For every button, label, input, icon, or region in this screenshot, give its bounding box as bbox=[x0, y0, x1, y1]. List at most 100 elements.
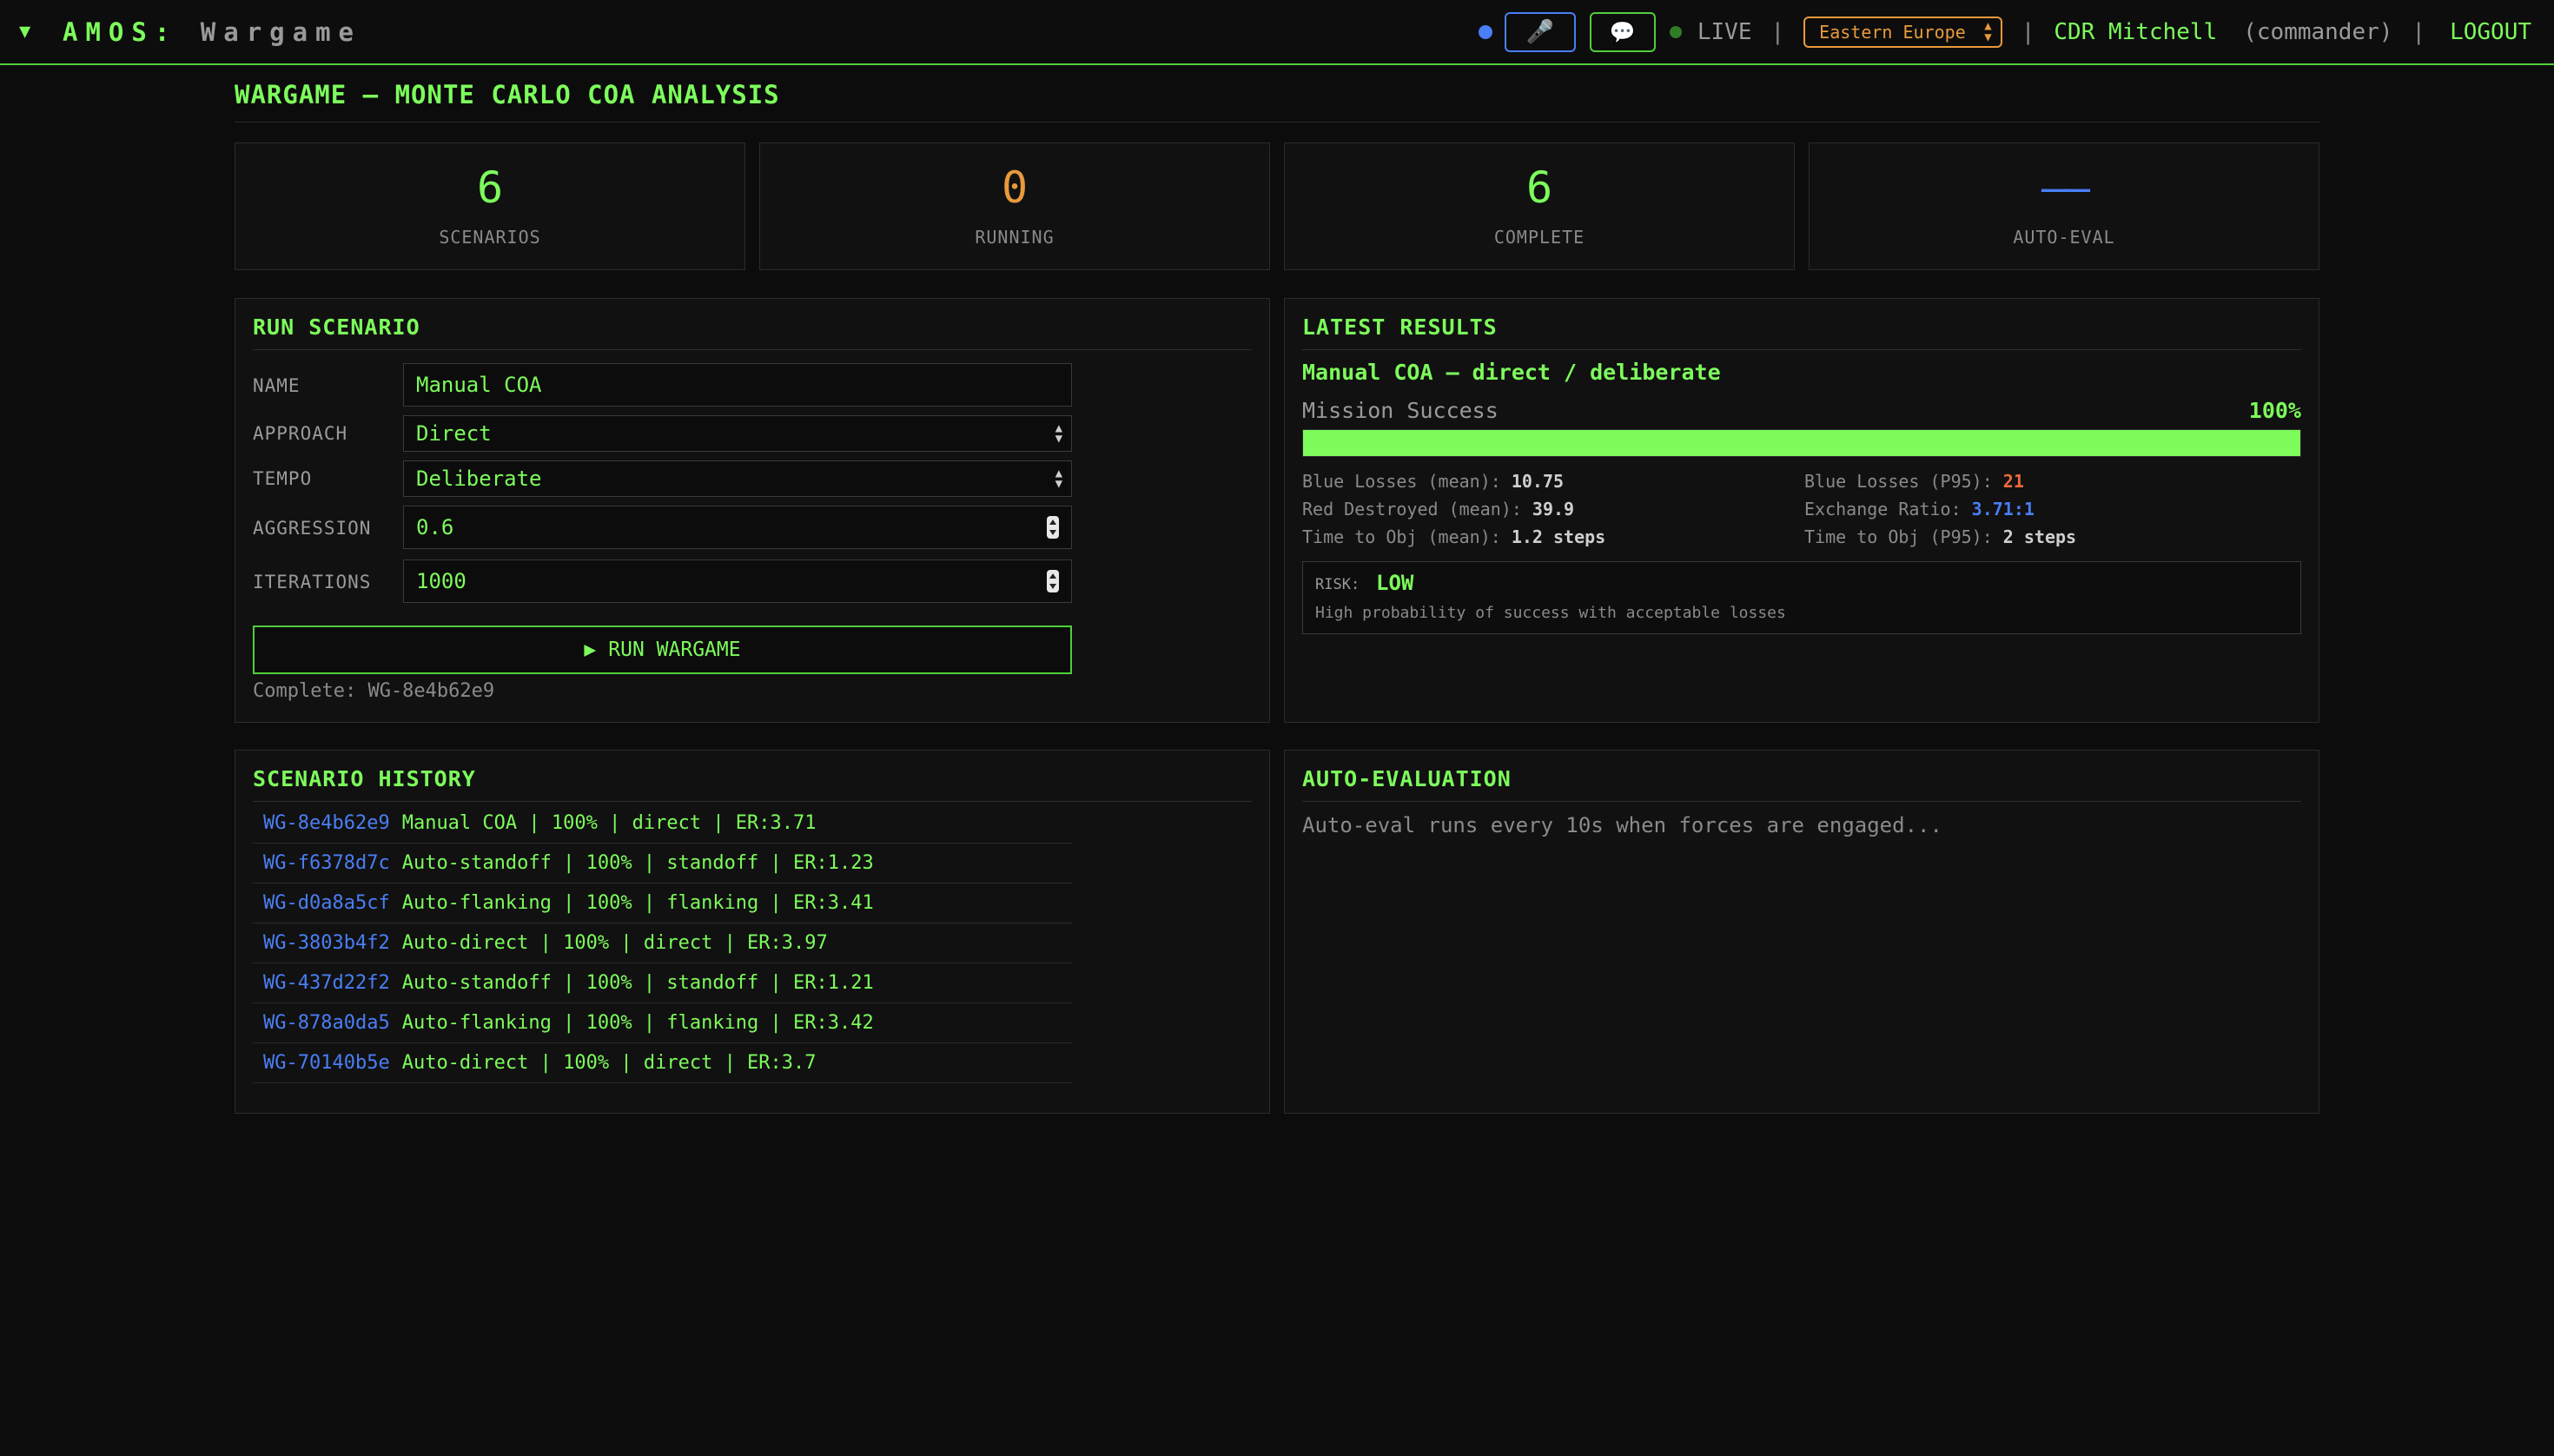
select-arrows-icon: ▲ ▼ bbox=[1055, 467, 1062, 491]
run-wargame-button[interactable]: ▶ RUN WARGAME bbox=[253, 625, 1072, 674]
panel-title: AUTO-EVALUATION bbox=[1302, 766, 1512, 791]
iterations-input[interactable]: 1000 bbox=[403, 559, 1072, 603]
header-separator: | bbox=[2412, 19, 2426, 45]
tempo-label: TEMPO bbox=[253, 468, 313, 489]
scenario-id-link[interactable]: WG-3803b4f2 bbox=[263, 932, 390, 954]
scenario-summary: Auto-direct | 100% | direct | ER:3.97 bbox=[401, 932, 828, 954]
history-row[interactable]: WG-70140b5e Auto-direct | 100% | direct … bbox=[253, 1043, 1072, 1083]
history-row[interactable]: WG-437d22f2 Auto-standoff | 100% | stand… bbox=[253, 963, 1072, 1003]
top-bar: ▼ AMOS: Wargame 🎤 💬 LIVE | Eastern Europ… bbox=[0, 0, 2554, 65]
scenario-id-link[interactable]: WG-437d22f2 bbox=[263, 972, 390, 994]
risk-key: RISK: bbox=[1315, 576, 1360, 593]
stat-card-auto-eval: —— AUTO-EVAL bbox=[1809, 142, 2319, 270]
history-row[interactable]: WG-d0a8a5cf Auto-flanking | 100% | flank… bbox=[253, 884, 1072, 923]
chat-icon: 💬 bbox=[1609, 20, 1636, 44]
scenario-summary: Auto-direct | 100% | direct | ER:3.7 bbox=[401, 1052, 817, 1074]
scenario-id-link[interactable]: WG-d0a8a5cf bbox=[263, 892, 390, 914]
tempo-select[interactable]: Deliberate ▲ ▼ bbox=[403, 460, 1072, 497]
stepper-icon[interactable] bbox=[1047, 516, 1059, 539]
scenario-summary: Auto-flanking | 100% | flanking | ER:3.4… bbox=[401, 1012, 874, 1034]
aggression-input-value: 0.6 bbox=[416, 515, 454, 539]
panel-title: RUN SCENARIO bbox=[253, 314, 420, 340]
aggression-label: AGGRESSION bbox=[253, 518, 372, 539]
panel-title: LATEST RESULTS bbox=[1302, 314, 1498, 340]
metric-blue-losses-p95: Blue Losses (P95): 21 bbox=[1804, 471, 2024, 492]
scenario-id-link[interactable]: WG-f6378d7c bbox=[263, 852, 390, 874]
mission-success-bar bbox=[1302, 429, 2301, 457]
iterations-input-value: 1000 bbox=[416, 569, 466, 593]
panel-divider bbox=[1302, 349, 2301, 350]
region-select-value: Eastern Europe bbox=[1819, 22, 1966, 43]
auto-evaluation-panel: AUTO-EVALUATION Auto-eval runs every 10s… bbox=[1284, 750, 2319, 1114]
risk-box: RISK: LOW High probability of success wi… bbox=[1302, 561, 2301, 634]
approach-label: APPROACH bbox=[253, 423, 348, 444]
scenario-history-panel: SCENARIO HISTORY WG-8e4b62e9 Manual COA … bbox=[235, 750, 1270, 1114]
stat-value: —— bbox=[2041, 162, 2090, 213]
auto-eval-message: Auto-eval runs every 10s when forces are… bbox=[1302, 813, 1942, 837]
play-icon: ▶ bbox=[584, 639, 597, 661]
stat-label: SCENARIOS bbox=[439, 227, 541, 248]
coa-heading: Manual COA — direct / deliberate bbox=[1302, 360, 1721, 385]
brand-section: Wargame bbox=[200, 17, 361, 47]
metric-time-to-obj-p95: Time to Obj (P95): 2 steps bbox=[1804, 526, 2077, 547]
name-label: NAME bbox=[253, 375, 301, 396]
history-row[interactable]: WG-f6378d7c Auto-standoff | 100% | stand… bbox=[253, 844, 1072, 884]
aggression-input[interactable]: 0.6 bbox=[403, 506, 1072, 549]
stat-value: 0 bbox=[1001, 162, 1029, 213]
approach-select-value: Direct bbox=[416, 421, 492, 446]
chat-button[interactable]: 💬 bbox=[1589, 12, 1656, 52]
scenario-id-link[interactable]: WG-878a0da5 bbox=[263, 1012, 390, 1034]
run-status: Complete: WG-8e4b62e9 bbox=[253, 680, 495, 702]
user-name: CDR Mitchell bbox=[2054, 19, 2218, 45]
approach-select[interactable]: Direct ▲ ▼ bbox=[403, 415, 1072, 452]
header-separator: | bbox=[1770, 19, 1785, 45]
select-arrows-icon: ▲ ▼ bbox=[1055, 421, 1062, 446]
mic-button[interactable]: 🎤 bbox=[1504, 12, 1576, 52]
scenario-summary: Auto-flanking | 100% | flanking | ER:3.4… bbox=[401, 892, 874, 914]
history-row[interactable]: WG-3803b4f2 Auto-direct | 100% | direct … bbox=[253, 923, 1072, 963]
risk-value: LOW bbox=[1376, 571, 1414, 595]
scenario-id-link[interactable]: WG-70140b5e bbox=[263, 1052, 390, 1074]
panel-title: SCENARIO HISTORY bbox=[253, 766, 476, 791]
header-separator: | bbox=[2021, 19, 2035, 45]
stat-card-running: 0 RUNNING bbox=[759, 142, 1270, 270]
stat-card-complete: 6 COMPLETE bbox=[1284, 142, 1795, 270]
metric-blue-losses-mean: Blue Losses (mean): 10.75 bbox=[1302, 471, 1565, 492]
connection-dot-icon bbox=[1478, 25, 1492, 39]
iterations-label: ITERATIONS bbox=[253, 572, 372, 592]
page-title: WARGAME — MONTE CARLO COA ANALYSIS bbox=[235, 80, 780, 109]
name-input[interactable]: Manual COA bbox=[403, 363, 1072, 407]
app-brand: AMOS: Wargame bbox=[63, 17, 361, 47]
history-row[interactable]: WG-8e4b62e9 Manual COA | 100% | direct |… bbox=[253, 804, 1072, 844]
mission-success-value: 100% bbox=[2248, 398, 2301, 423]
mission-success-fill bbox=[1303, 430, 2300, 456]
stat-card-scenarios: 6 SCENARIOS bbox=[235, 142, 745, 270]
brand-name: AMOS: bbox=[63, 17, 178, 47]
live-status-dot-icon bbox=[1669, 26, 1682, 38]
scenario-summary: Manual COA | 100% | direct | ER:3.71 bbox=[401, 812, 817, 834]
stat-label: COMPLETE bbox=[1493, 227, 1585, 248]
header-controls: 🎤 💬 LIVE | Eastern Europe ▲ ▼ | CDR Mitch… bbox=[1478, 12, 2531, 52]
panel-divider bbox=[1302, 801, 2301, 802]
stepper-icon[interactable] bbox=[1047, 570, 1059, 592]
user-role: (commander) bbox=[2243, 19, 2393, 45]
scenario-id-link[interactable]: WG-8e4b62e9 bbox=[263, 812, 390, 834]
history-row[interactable]: WG-878a0da5 Auto-flanking | 100% | flank… bbox=[253, 1003, 1072, 1043]
tempo-select-value: Deliberate bbox=[416, 467, 542, 491]
risk-description: High probability of success with accepta… bbox=[1315, 604, 1786, 622]
metric-time-to-obj-mean: Time to Obj (mean): 1.2 steps bbox=[1302, 526, 1606, 547]
collapse-toggle-icon[interactable]: ▼ bbox=[19, 21, 30, 43]
scenario-summary: Auto-standoff | 100% | standoff | ER:1.2… bbox=[401, 972, 874, 994]
select-arrows-icon: ▲ ▼ bbox=[1984, 19, 1992, 44]
name-input-value: Manual COA bbox=[416, 373, 542, 397]
stat-value: 6 bbox=[476, 162, 504, 213]
region-select[interactable]: Eastern Europe ▲ ▼ bbox=[1803, 17, 2002, 48]
logout-button[interactable]: LOGOUT bbox=[2450, 19, 2531, 45]
run-scenario-panel: RUN SCENARIO NAME Manual COA APPROACH Di… bbox=[235, 298, 1270, 723]
latest-results-panel: LATEST RESULTS Manual COA — direct / del… bbox=[1284, 298, 2319, 723]
live-indicator: LIVE bbox=[1697, 19, 1752, 45]
panel-divider bbox=[253, 349, 1252, 350]
mission-success-label: Mission Success bbox=[1302, 398, 1499, 423]
stat-value: 6 bbox=[1525, 162, 1553, 213]
stat-label: RUNNING bbox=[975, 227, 1055, 248]
